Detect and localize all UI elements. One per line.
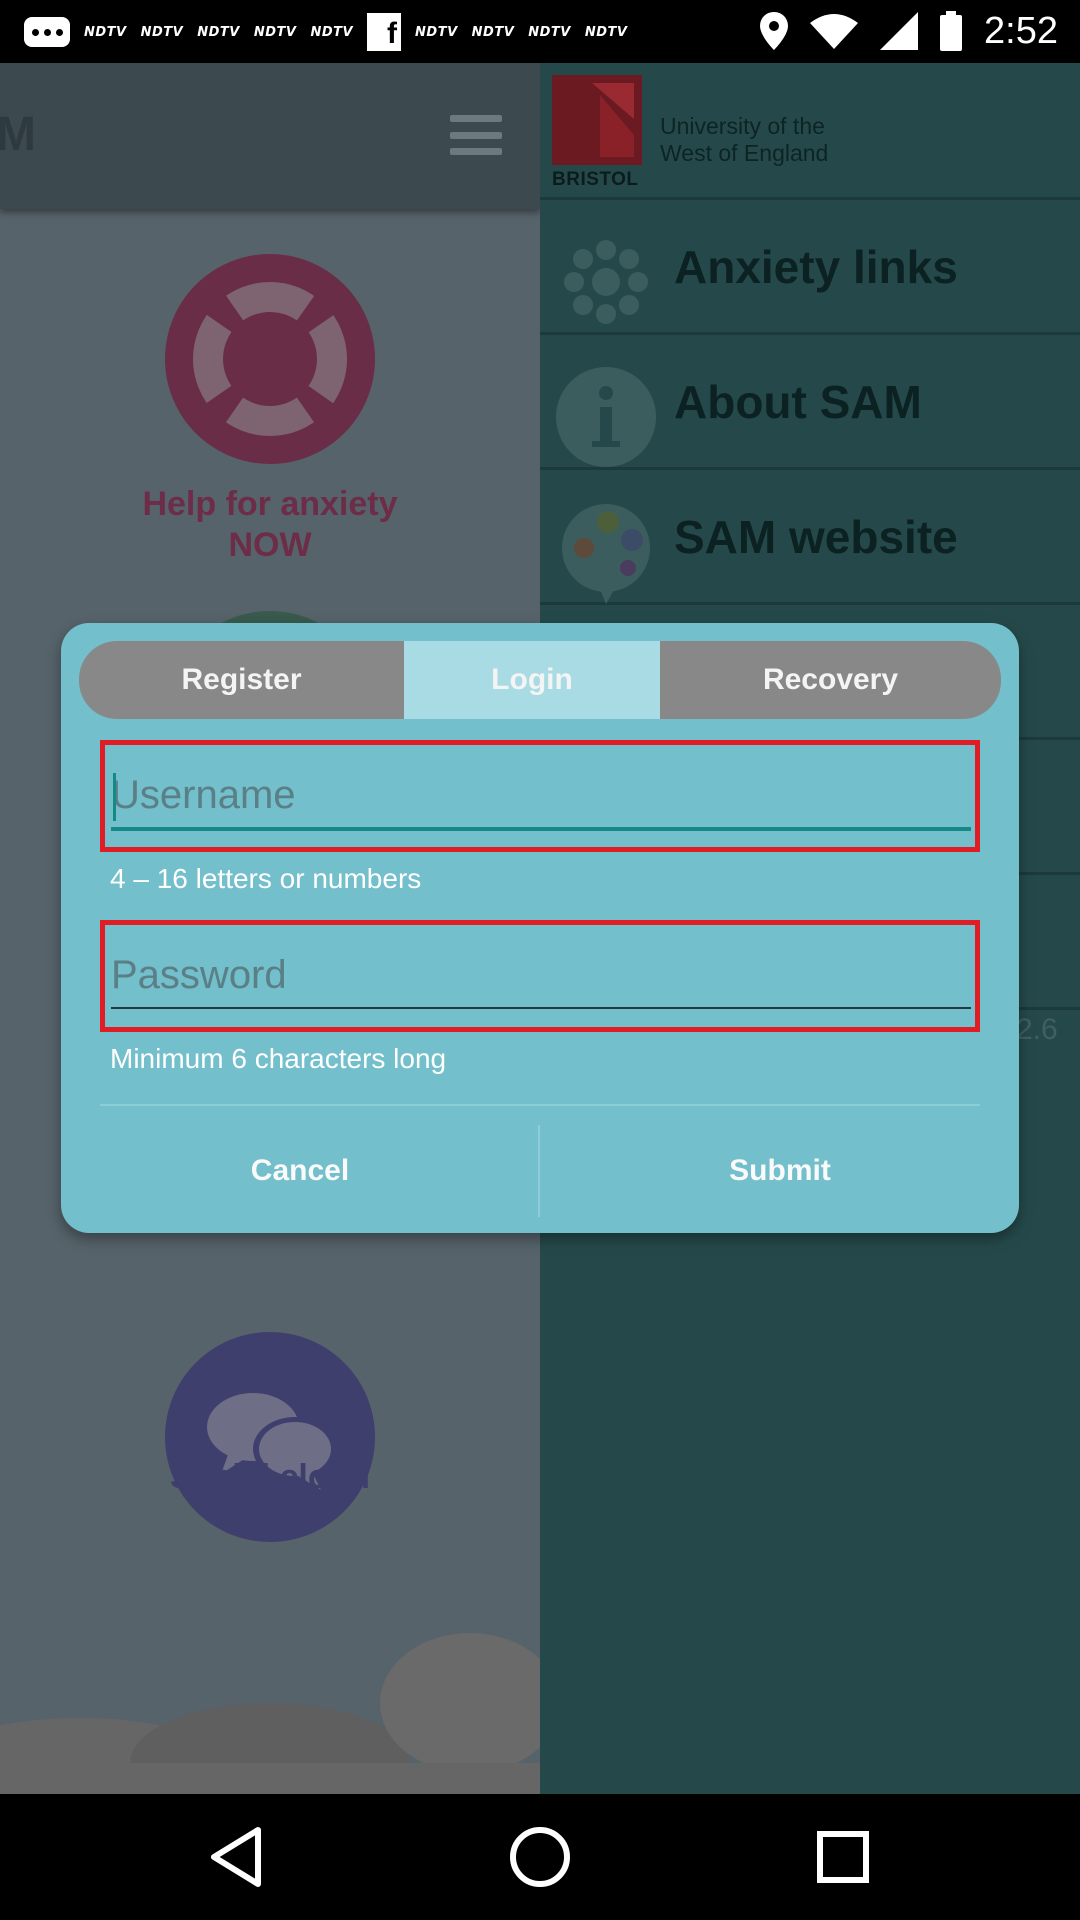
username-underline <box>111 827 971 831</box>
location-icon <box>760 12 789 50</box>
drawer-item-anxiety-links[interactable]: Anxiety links <box>540 200 1080 335</box>
menu-icon[interactable] <box>450 115 502 155</box>
ndtv-notification-icon: NDTV <box>528 24 571 40</box>
info-icon <box>556 367 656 467</box>
dialog-divider <box>100 1104 980 1106</box>
uwe-logo-icon <box>592 83 634 157</box>
battery-icon <box>940 11 963 51</box>
ndtv-notification-icon: NDTV <box>84 24 127 40</box>
drawer-item-label: SAM website <box>674 511 958 563</box>
dialog-actions: Cancel Submit <box>61 1125 1019 1217</box>
login-dialog: Register Login Recovery 4 – 16 letters o… <box>61 623 1019 1233</box>
chat-bubbles-icon <box>207 1393 337 1490</box>
help-anxiety-label-line1: Help for anxiety <box>142 485 398 523</box>
university-name-line1: University of the <box>660 113 825 139</box>
drawer-item-about-sam[interactable]: About SAM <box>540 335 1080 470</box>
notification-icons: NDTV NDTV NDTV NDTV NDTV f NDTV NDTV NDT… <box>24 12 627 52</box>
back-icon[interactable] <box>202 1822 272 1892</box>
system-navigation-bar <box>0 1794 1080 1920</box>
home-icon[interactable] <box>505 1822 575 1892</box>
username-hint: 4 – 16 letters or numbers <box>110 863 422 894</box>
ndtv-notification-icon: NDTV <box>584 24 628 40</box>
university-name: University of the West of England <box>660 113 828 167</box>
ndtv-notification-icon: NDTV <box>253 24 297 40</box>
app-content: M Help for anxiety NOW Social cloud BRIS… <box>0 63 1080 1794</box>
university-name-line2: West of England <box>660 140 829 166</box>
facebook-icon: f <box>367 13 402 51</box>
ndtv-notification-icon: NDTV <box>471 24 515 40</box>
drawer-item-sam-website[interactable]: SAM website <box>540 470 1080 605</box>
clock: 2:52 <box>984 9 1058 52</box>
drawer-header: BRISTOL University of the West of Englan… <box>540 63 1080 200</box>
tab-login[interactable]: Login <box>404 641 660 719</box>
drawer-item-label: Anxiety links <box>674 241 958 293</box>
system-icons: 2:52 <box>760 8 1058 54</box>
auth-tabs: Register Login Recovery <box>79 641 1001 719</box>
status-bar: NDTV NDTV NDTV NDTV NDTV f NDTV NDTV NDT… <box>0 0 1080 63</box>
button-separator <box>538 1125 540 1217</box>
more-notifications-icon <box>24 17 70 47</box>
help-anxiety-label-line2: NOW <box>228 526 312 564</box>
uwe-logo-mark <box>552 75 642 165</box>
cancel-button[interactable]: Cancel <box>61 1125 539 1217</box>
uwe-logo-city: BRISTOL <box>552 169 639 190</box>
social-cloud-tile[interactable] <box>165 1332 375 1542</box>
flower-icon <box>564 240 648 324</box>
palette-chat-icon <box>562 504 650 604</box>
uwe-logo: BRISTOL <box>552 75 644 197</box>
help-anxiety-label: Help for anxiety NOW <box>0 484 540 566</box>
tab-recovery[interactable]: Recovery <box>660 641 1001 719</box>
help-anxiety-tile[interactable] <box>165 254 375 464</box>
password-hint: Minimum 6 characters long <box>110 1043 447 1074</box>
wifi-icon <box>810 14 859 49</box>
tab-register[interactable]: Register <box>79 641 404 719</box>
app-version: 2.6 <box>1016 1013 1058 1046</box>
username-input[interactable] <box>111 765 971 825</box>
drawer-item-label: About SAM <box>674 376 922 428</box>
ndtv-notification-icon: NDTV <box>415 24 458 40</box>
clouds-decoration <box>0 1633 540 1794</box>
password-underline <box>111 1007 971 1009</box>
ndtv-notification-icon: NDTV <box>140 24 184 40</box>
password-input[interactable] <box>111 945 971 1005</box>
app-toolbar: M <box>0 63 540 209</box>
password-field-container <box>100 920 980 1032</box>
signal-icon <box>880 12 919 50</box>
recent-apps-icon[interactable] <box>808 1822 878 1892</box>
ndtv-notification-icon: NDTV <box>310 24 354 40</box>
app-title: M <box>0 108 36 161</box>
lifebuoy-icon <box>192 281 348 437</box>
ndtv-notification-icon: NDTV <box>197 24 240 40</box>
text-cursor <box>113 773 116 821</box>
username-field-container <box>100 740 980 852</box>
social-cloud-label: Social cloud <box>169 1458 371 1496</box>
submit-button[interactable]: Submit <box>541 1125 1019 1217</box>
